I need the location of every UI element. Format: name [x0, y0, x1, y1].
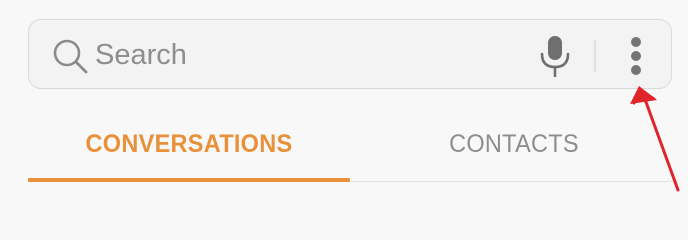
search-bar-divider — [594, 40, 596, 72]
more-vertical-icon — [631, 37, 641, 47]
more-dot — [631, 51, 641, 61]
tab-contacts[interactable]: CONTACTS — [360, 122, 668, 180]
search-bar[interactable] — [28, 19, 672, 89]
mic-icon[interactable] — [535, 35, 575, 77]
active-tab-indicator — [28, 178, 350, 182]
tabs-divider — [350, 181, 678, 182]
more-dot — [631, 65, 641, 75]
tab-conversations[interactable]: CONVERSATIONS — [38, 122, 341, 180]
search-input[interactable] — [95, 32, 515, 78]
search-icon — [53, 39, 88, 74]
more-options-button[interactable] — [619, 35, 653, 77]
